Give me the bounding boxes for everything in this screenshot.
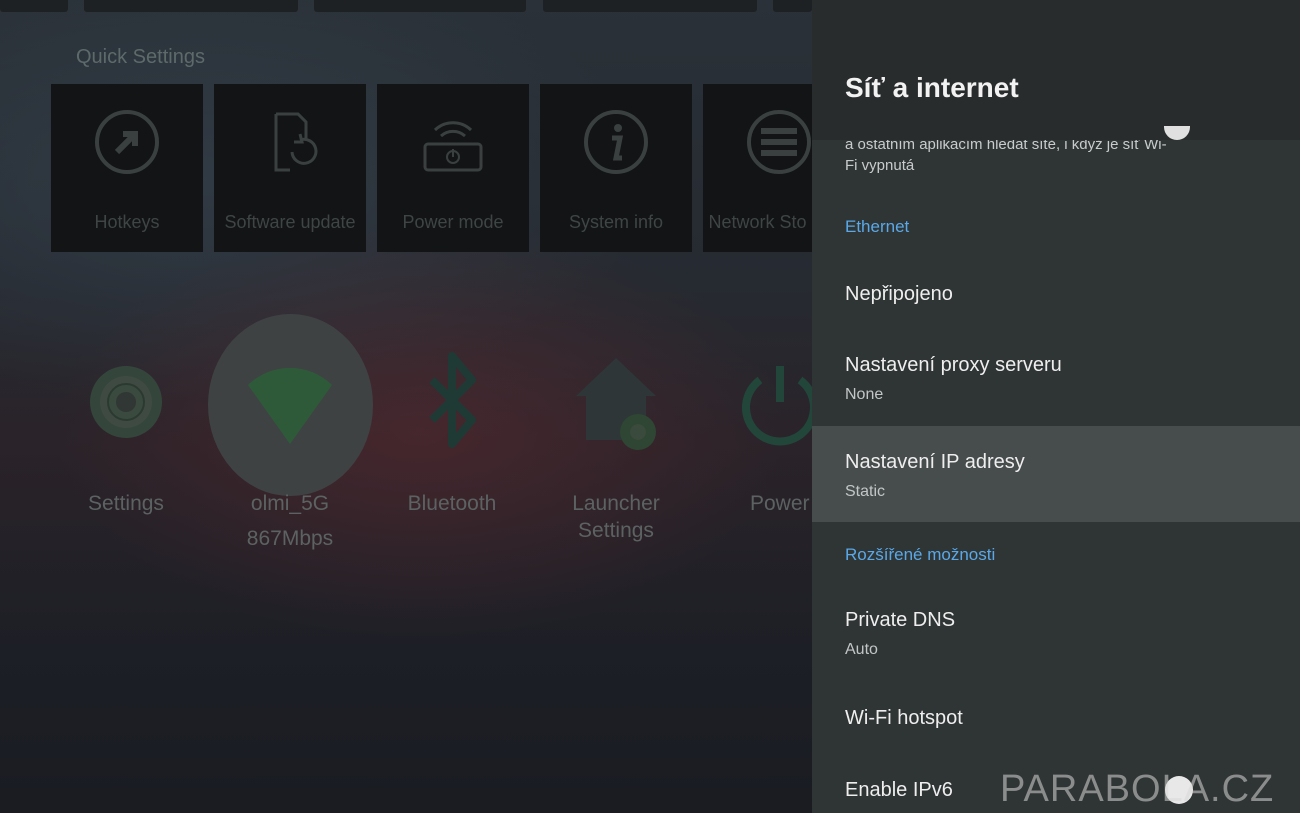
item-title: Wi-Fi hotspot: [845, 707, 963, 729]
quick-settings-title: Quick Settings: [76, 46, 205, 68]
item-title: Private DNS: [845, 609, 956, 631]
tile-network-storage[interactable]: Network Sto: [703, 84, 812, 252]
item-title: Nastavení proxy serveru: [845, 354, 1062, 376]
proxy-settings-item[interactable]: Nastavení proxy serveru None: [812, 330, 1300, 424]
wifi-scan-description: a ostatním aplikacím hledat sítě, i když…: [845, 136, 1167, 174]
settings-icon: [90, 366, 162, 438]
tile-power-mode[interactable]: Power mode: [377, 84, 529, 252]
power-icon: [742, 366, 812, 446]
page-title: Síť a internet: [845, 72, 1019, 103]
app-label: Settings: [88, 492, 164, 515]
top-row-tile: [314, 0, 526, 12]
tile-software-update[interactable]: Software update: [214, 84, 366, 252]
top-row-tile: [84, 0, 298, 12]
item-title: Nastavení IP adresy: [845, 451, 1025, 473]
launcher-background: Quick Settings Hotkeys Software update P…: [0, 0, 812, 813]
network-settings-panel: a ostatním aplikacím hledat sítě, i když…: [812, 0, 1300, 813]
tile-label: Hotkeys: [94, 212, 160, 232]
item-title: Nepřipojeno: [845, 283, 953, 305]
private-dns-item[interactable]: Private DNS Auto: [812, 588, 1300, 676]
tile-hotkeys[interactable]: Hotkeys: [51, 84, 203, 252]
app-label: Power: [750, 492, 810, 515]
section-ethernet: Ethernet: [845, 217, 910, 236]
top-row-tile: [773, 0, 812, 12]
top-row-tile: [0, 0, 68, 12]
watermark: PARABOLA.CZ: [1000, 768, 1275, 810]
top-row-tile: [543, 0, 757, 12]
bluetooth-icon: [429, 352, 476, 448]
tile-label: Network Sto: [708, 212, 807, 232]
system-info-icon: [584, 110, 648, 174]
item-subtitle: Auto: [845, 641, 878, 658]
section-advanced: Rozšířené možnosti: [845, 545, 996, 564]
tile-system-info[interactable]: System info: [540, 84, 692, 252]
app-wifi[interactable]: olmi_5G 867Mbps: [210, 340, 370, 552]
power-mode-icon: [423, 121, 483, 172]
software-update-icon: [274, 112, 318, 172]
panel-header: Síť a internet: [812, 0, 1300, 140]
tile-label: Power mode: [402, 212, 504, 232]
wifi-hotspot-item[interactable]: Wi-Fi hotspot: [812, 684, 1300, 752]
tile-label: Software update: [224, 212, 356, 232]
hotkeys-icon: [95, 110, 159, 174]
network-storage-icon: [747, 110, 811, 174]
app-settings[interactable]: Settings: [46, 340, 206, 517]
ethernet-status-item[interactable]: Nepřipojeno: [812, 262, 1300, 326]
tile-label: System info: [568, 212, 664, 232]
app-bluetooth[interactable]: Bluetooth: [372, 340, 532, 517]
item-subtitle: None: [845, 386, 884, 403]
ip-settings-item[interactable]: Nastavení IP adresy Static: [812, 426, 1300, 522]
launcher-settings-icon: [576, 358, 656, 450]
item-subtitle: Static: [845, 483, 886, 500]
app-sublabel: 867Mbps: [246, 527, 334, 550]
app-label: Bluetooth: [407, 492, 497, 515]
item-title: Enable IPv6: [845, 779, 953, 801]
app-power[interactable]: Power: [700, 340, 812, 517]
app-sublabel: Settings: [578, 519, 654, 542]
app-label: olmi_5G: [250, 492, 330, 515]
wifi-icon: [248, 367, 332, 444]
app-launcher-settings[interactable]: Launcher Settings: [536, 340, 696, 544]
app-label: Launcher: [572, 492, 660, 515]
